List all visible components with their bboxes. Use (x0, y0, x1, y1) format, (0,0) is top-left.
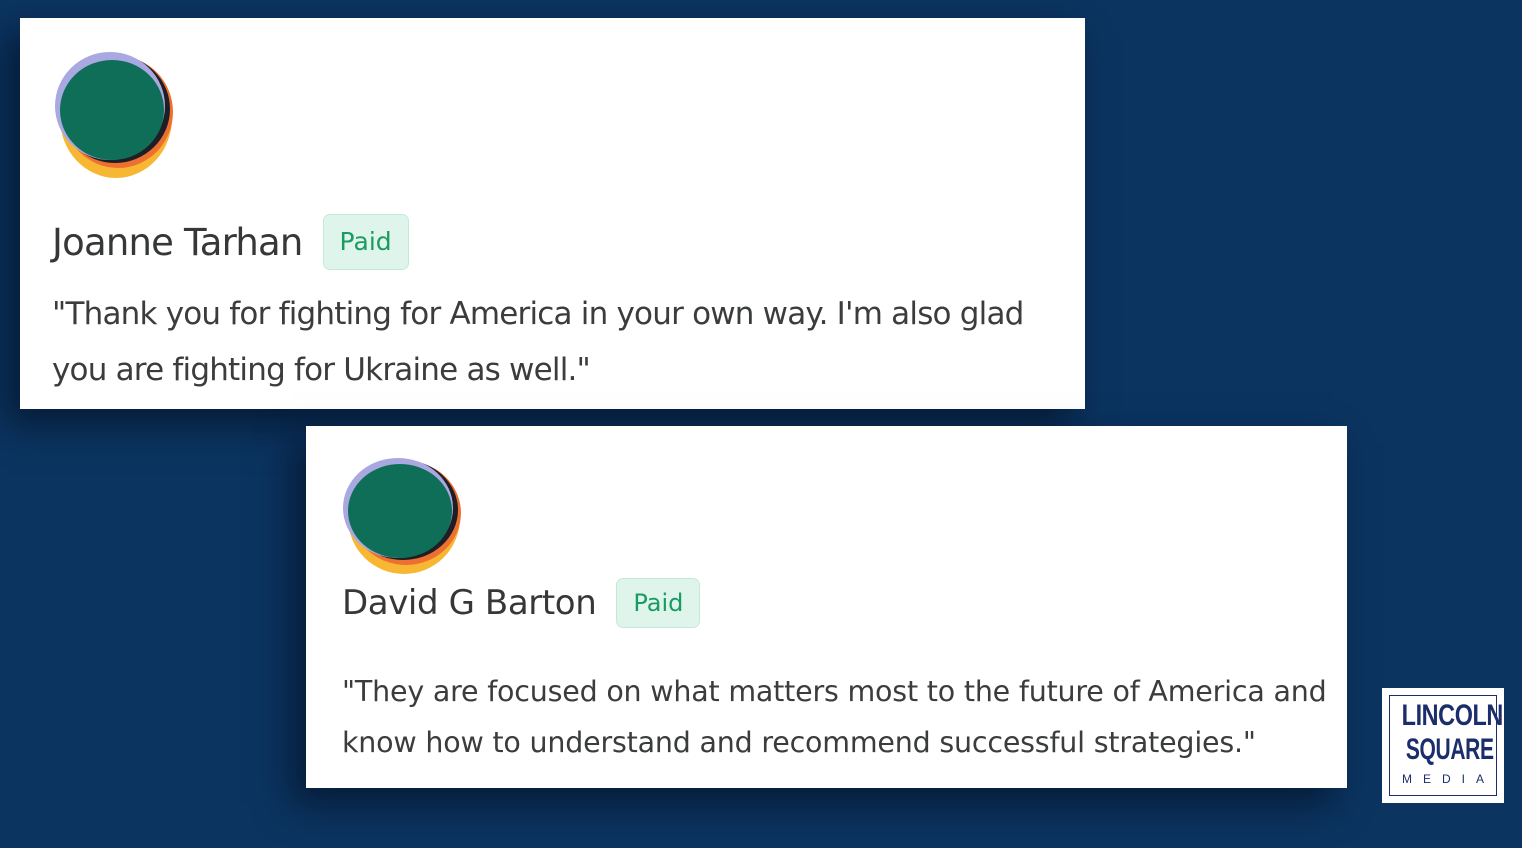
commenter-name[interactable]: Joanne Tarhan (52, 221, 303, 264)
abstract-circle-avatar-icon (55, 52, 173, 178)
comment-text: "They are focused on what matters most t… (342, 675, 1327, 759)
abstract-circle-avatar-icon (343, 458, 461, 574)
comment-header: Joanne Tarhan Paid (52, 214, 409, 270)
logo-frame: LINCOLN SQUARE MEDIA (1389, 695, 1504, 796)
comment-text: "Thank you for fighting for America in y… (52, 296, 1024, 388)
logo-line-3: MEDIA (1401, 772, 1495, 786)
comment-card: David G Barton Paid "They are focused on… (306, 426, 1347, 788)
commenter-name[interactable]: David G Barton (342, 583, 597, 623)
paid-badge: Paid (616, 578, 701, 628)
logo-line-2: SQUARE (1405, 733, 1494, 766)
comment-card: Joanne Tarhan Paid "Thank you for fighti… (20, 18, 1085, 409)
lincoln-square-media-logo: LINCOLN SQUARE MEDIA (1382, 688, 1504, 803)
logo-line-1: LINCOLN (1401, 699, 1504, 732)
paid-badge: Paid (322, 214, 409, 270)
comment-header: David G Barton Paid (342, 578, 701, 628)
